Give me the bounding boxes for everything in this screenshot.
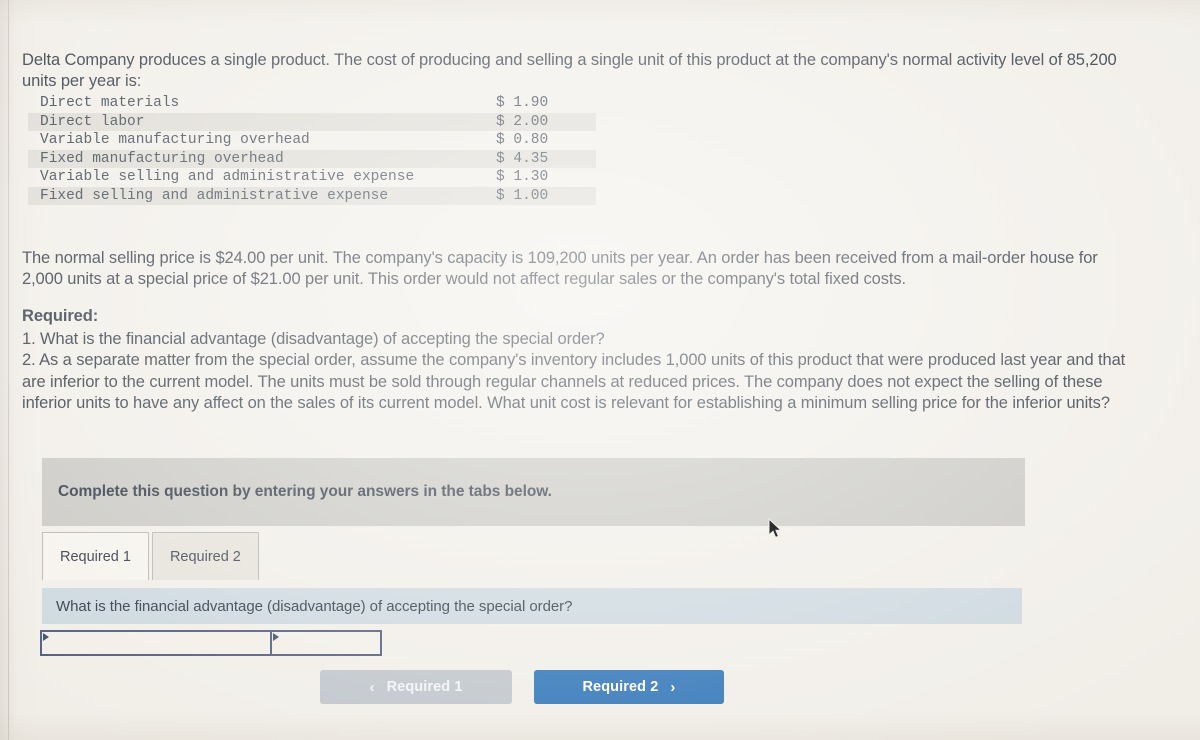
chevron-left-icon: ‹ [369, 678, 375, 696]
prev-required-1-button[interactable]: ‹ Required 1 [320, 670, 512, 704]
next-button-label: Required 2 [582, 679, 659, 695]
table-row: Fixed selling and administrative expense… [28, 186, 596, 205]
answer-cell-label[interactable] [40, 630, 272, 656]
table-row: Fixed manufacturing overhead $ 4.35 [28, 149, 596, 168]
unit-cost-table-body: Direct materials $ 1.90 Direct labor $ 2… [28, 94, 596, 205]
tab-required-1[interactable]: Required 1 [42, 532, 149, 580]
cell-marker-icon [43, 633, 49, 641]
table-row: Variable selling and administrative expe… [28, 168, 596, 187]
cell-marker-icon [273, 633, 279, 641]
table-row: Variable manufacturing overhead $ 0.80 [28, 131, 596, 150]
cost-label: Direct materials [40, 95, 180, 111]
chevron-right-icon: › [670, 678, 676, 696]
cost-amount: $ 1.00 [496, 187, 549, 204]
tab-required-2-label: Required 2 [169, 548, 241, 565]
next-required-2-button[interactable]: Required 2 › [534, 670, 724, 704]
answer-row [40, 630, 382, 656]
prev-button-label: Required 1 [386, 679, 463, 695]
instruction-banner-text: Complete this question by entering your … [58, 483, 552, 500]
question-bar-text: What is the financial advantage (disadva… [56, 597, 573, 615]
cost-amount: $ 1.90 [496, 95, 549, 111]
table-row: Direct labor $ 2.00 [28, 112, 596, 131]
instruction-banner: Complete this question by entering your … [42, 458, 1025, 526]
tab-required-1-label: Required 1 [60, 548, 131, 565]
cost-label: Variable selling and administrative expe… [40, 169, 415, 185]
cost-amount: $ 2.00 [496, 113, 549, 130]
cost-amount: $ 4.35 [496, 150, 549, 167]
cost-amount: $ 0.80 [496, 132, 549, 148]
cost-amount: $ 1.30 [496, 169, 549, 185]
required-item-1: 1. What is the financial advantage (disa… [22, 329, 605, 348]
intro-paragraph: Delta Company produces a single product.… [22, 50, 1117, 90]
cost-label: Variable manufacturing overhead [40, 132, 310, 148]
answer-input-amount[interactable] [272, 632, 380, 654]
tab-strip: Required 1 Required 2 [42, 528, 259, 580]
answer-cell-amount[interactable] [271, 630, 382, 656]
navigation-buttons: ‹ Required 1 Required 2 › [320, 670, 724, 704]
table-row: Direct materials $ 1.90 [28, 94, 596, 113]
question-sheet: Delta Company produces a single product.… [0, 0, 1200, 740]
unit-cost-table: Direct materials $ 1.90 Direct labor $ 2… [28, 94, 596, 205]
cost-label: Fixed selling and administrative expense [40, 187, 389, 204]
page-edge-line [8, 0, 9, 740]
cost-label: Direct labor [40, 113, 145, 130]
required-block: Required: 1. What is the financial advan… [22, 306, 1127, 415]
tab-required-2[interactable]: Required 2 [151, 532, 259, 580]
cost-label: Fixed manufacturing overhead [40, 150, 284, 167]
answer-input-label[interactable] [42, 632, 270, 654]
question-bar: What is the financial advantage (disadva… [42, 588, 1022, 624]
required-item-2: 2. As a separate matter from the special… [22, 351, 1126, 412]
details-paragraph: The normal selling price is $24.00 per u… [22, 248, 1098, 289]
required-heading: Required: [22, 307, 99, 325]
